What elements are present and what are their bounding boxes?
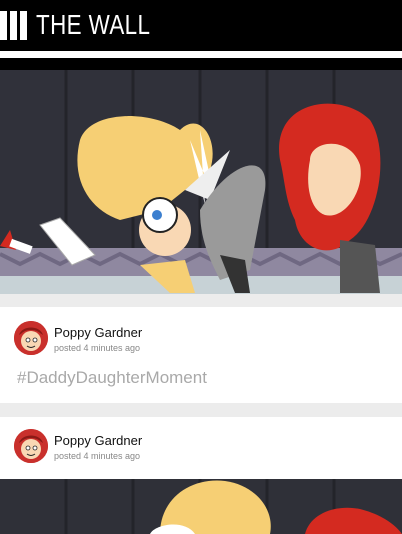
post-image[interactable] xyxy=(0,58,402,294)
post-timestamp: posted 4 minutes ago xyxy=(54,451,141,461)
post-username[interactable]: Poppy Gardner xyxy=(54,433,142,448)
post-username[interactable]: Poppy Gardner xyxy=(54,325,142,340)
avatar-cartoon-girl-icon[interactable] xyxy=(14,321,48,355)
avatar-cartoon-girl-icon[interactable] xyxy=(14,429,48,463)
post-hashtag[interactable]: #DaddyDaughterMoment xyxy=(17,368,207,388)
post-timestamp: posted 4 minutes ago xyxy=(54,343,141,353)
app-title: THE WALL xyxy=(36,9,151,40)
three-bars-icon xyxy=(0,11,27,40)
cartoon-illustration xyxy=(0,70,402,294)
post-card: Poppy Gardner posted 4 minutes ago #Dadd… xyxy=(0,307,402,403)
cartoon-illustration xyxy=(0,479,402,534)
post-separator xyxy=(0,294,402,307)
post-image[interactable] xyxy=(0,479,402,534)
app-header: THE WALL xyxy=(0,0,402,51)
header-divider xyxy=(0,51,402,58)
post-card: Poppy Gardner posted 4 minutes ago xyxy=(0,417,402,479)
